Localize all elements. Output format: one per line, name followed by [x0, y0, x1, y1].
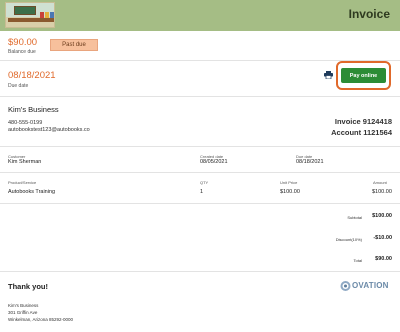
divider [0, 96, 400, 97]
subtotal-label: Subtotal [347, 215, 362, 220]
row-product: Autobooks Training [8, 189, 56, 195]
col-unit-price: Unit Price [280, 180, 298, 185]
divider [0, 172, 400, 173]
business-phone: 480-555-0199 [8, 120, 43, 126]
footer-business-name: Kim's Business [8, 303, 39, 308]
ovation-brand-text: OVATION [352, 281, 389, 290]
discount-label: Discount(10%) [335, 237, 362, 242]
printer-icon[interactable] [324, 71, 333, 79]
business-logo [5, 2, 55, 28]
row-amount: $100.00 [372, 189, 392, 195]
due-date-label: Due date [8, 83, 29, 89]
pay-online-button[interactable]: Pay online [341, 68, 386, 83]
pay-online-highlight: Pay online [336, 61, 391, 90]
created-date: 08/05/2021 [200, 159, 228, 165]
divider [0, 146, 400, 147]
col-product-service: Product/Service [8, 180, 37, 185]
row-unit-price: $100.00 [280, 189, 300, 195]
business-email: autobookstest123@autobooks.co [8, 127, 90, 133]
due-date: 08/18/2021 [8, 70, 56, 81]
due-date-detail: 08/18/2021 [296, 159, 324, 165]
row-qty: 1 [200, 189, 204, 195]
total-value: $90.00 [375, 256, 392, 262]
account-number: Account 1121564 [331, 128, 392, 137]
discount-value: -$10.00 [373, 235, 392, 241]
thank-you-text: Thank you! [8, 282, 49, 291]
page-title: Invoice [348, 7, 390, 21]
balance-amount: $90.00 [8, 37, 38, 48]
ovation-icon [340, 281, 351, 291]
invoice-number: Invoice 9124418 [334, 117, 392, 126]
col-amount: Amount [373, 180, 387, 185]
divider [0, 271, 400, 272]
footer-street: 301 Griffin Ave [8, 310, 38, 315]
balance-label: Balance due [8, 49, 36, 55]
invoice-header: Invoice [0, 0, 400, 31]
customer-name: Kim Sherman [8, 159, 42, 165]
col-qty: QTY [200, 180, 209, 185]
ovation-logo: OVATION [340, 280, 394, 292]
status-badge: Past due [50, 39, 98, 51]
divider [0, 203, 400, 204]
footer-city: Winkelman, Arizona 85292-0000 [8, 317, 74, 322]
total-label: Total [353, 258, 362, 263]
subtotal-value: $100.00 [372, 213, 392, 219]
business-name: Kim's Business [8, 105, 59, 114]
